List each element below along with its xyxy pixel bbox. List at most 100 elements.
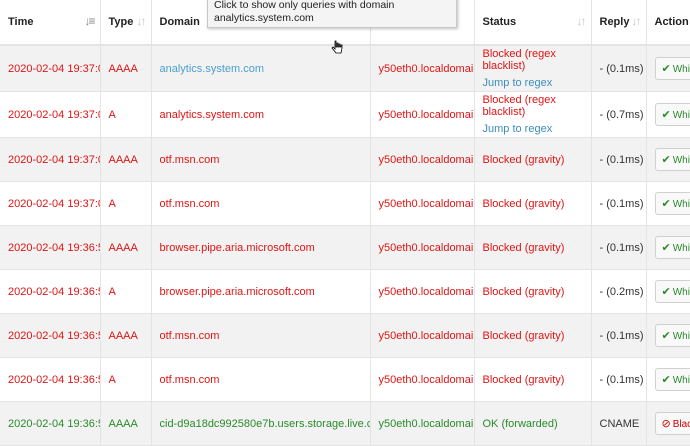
ban-icon: ⊘ — [662, 418, 671, 430]
table-row: 2020-02-04 19:36:58 A browser.pipe.aria.… — [0, 270, 690, 314]
domain-link[interactable]: otf.msn.com — [151, 138, 370, 182]
status-cell: Blocked (regex blacklist)Jump to regex — [474, 45, 591, 92]
time-cell: 2020-02-04 19:36:53 — [0, 314, 100, 358]
client-link[interactable]: y50eth0.localdomain — [370, 314, 474, 358]
column-header-status[interactable]: Status↓↑ — [474, 0, 591, 45]
reply-cell: - (0.2ms) — [591, 270, 646, 314]
status-text: Blocked (regex blacklist) — [483, 94, 556, 118]
hand-cursor-icon — [331, 40, 343, 56]
client-link[interactable]: y50eth0.localdomain — [370, 402, 474, 446]
status-cell: Blocked (regex blacklist) Jump to regex — [474, 92, 591, 138]
domain-link[interactable]: otf.msn.com — [151, 182, 370, 226]
table-row: 2020-02-04 19:36:53 AAAA cid-d9a18dc9925… — [0, 402, 690, 446]
check-icon: ✔ — [662, 198, 671, 210]
status-cell: Blocked (gravity) — [474, 270, 591, 314]
client-link[interactable]: y50eth0.localdomain — [370, 270, 474, 314]
jump-to-regex-link[interactable]: Jump to regex — [483, 123, 591, 135]
column-header-time[interactable]: Time↓≡ — [0, 0, 100, 45]
type-cell: AAAA — [100, 138, 151, 182]
reply-cell: - (0.1ms) — [591, 45, 646, 92]
reply-cell: - (0.1ms) — [591, 138, 646, 182]
type-cell: AAAA — [100, 314, 151, 358]
status-cell: Blocked (gravity) — [474, 314, 591, 358]
domain-link[interactable]: otf.msn.com — [151, 314, 370, 358]
client-link[interactable]: y50eth0.localdomain — [370, 45, 474, 92]
type-cell: A — [100, 92, 151, 138]
domain-filter-tooltip: Click to show only queries with domain a… — [207, 0, 457, 28]
tooltip-line-2: analytics.system.com — [214, 12, 450, 25]
column-header-reply[interactable]: Reply↓↑ — [591, 0, 646, 45]
status-cell: Blocked (gravity) — [474, 138, 591, 182]
time-cell: 2020-02-04 19:36:53 — [0, 358, 100, 402]
time-cell: 2020-02-04 19:36:53 — [0, 402, 100, 446]
table-row: 2020-02-04 19:37:02 AAAA analytics.syste… — [0, 45, 690, 92]
client-link[interactable]: y50eth0.localdomain — [370, 182, 474, 226]
table-row: 2020-02-04 19:37:02 AAAA otf.msn.com y50… — [0, 138, 690, 182]
status-cell: Blocked (gravity) — [474, 226, 591, 270]
action-cell: ✔White — [646, 182, 690, 226]
client-link[interactable]: y50eth0.localdomain — [370, 138, 474, 182]
check-icon: ✔ — [662, 242, 671, 254]
action-cell: ✔White — [646, 270, 690, 314]
check-icon: ✔ — [662, 63, 671, 75]
whitelist-button[interactable]: ✔White — [655, 148, 690, 171]
whitelist-button[interactable]: ✔White — [655, 57, 690, 80]
domain-link[interactable]: browser.pipe.aria.microsoft.com — [151, 226, 370, 270]
domain-link[interactable]: otf.msn.com — [151, 358, 370, 402]
whitelist-button[interactable]: ✔White — [655, 236, 690, 259]
whitelist-button[interactable]: ✔White — [655, 368, 690, 391]
table-row: 2020-02-04 19:36:53 AAAA otf.msn.com y50… — [0, 314, 690, 358]
domain-link[interactable]: analytics.system.com — [151, 92, 370, 138]
time-cell: 2020-02-04 19:36:58 — [0, 226, 100, 270]
type-cell: AAAA — [100, 402, 151, 446]
sort-icon: ↓↑ — [137, 14, 145, 28]
reply-cell: - (0.1ms) — [591, 182, 646, 226]
type-cell: AAAA — [100, 45, 151, 92]
time-cell: 2020-02-04 19:36:58 — [0, 270, 100, 314]
action-cell: ✔White — [646, 138, 690, 182]
tooltip-line-1: Click to show only queries with domain — [214, 0, 450, 12]
time-cell: 2020-02-04 19:37:02 — [0, 45, 100, 92]
column-header-type[interactable]: Type↓↑ — [100, 0, 151, 45]
type-cell: A — [100, 270, 151, 314]
whitelist-button[interactable]: ✔White — [655, 280, 690, 303]
action-cell: ✔White — [646, 92, 690, 138]
reply-cell: - (0.1ms) — [591, 314, 646, 358]
whitelist-button[interactable]: ✔White — [655, 324, 690, 347]
time-cell: 2020-02-04 19:37:02 — [0, 182, 100, 226]
check-icon: ✔ — [662, 109, 671, 121]
domain-link[interactable]: cid-d9a18dc992580e7b.users.storage.live.… — [151, 402, 370, 446]
action-cell: ✔White — [646, 358, 690, 402]
table-row: 2020-02-04 19:37:02 A analytics.system.c… — [0, 92, 690, 138]
action-cell: ✔White — [646, 226, 690, 270]
type-cell: A — [100, 182, 151, 226]
table-row: 2020-02-04 19:36:53 A otf.msn.com y50eth… — [0, 358, 690, 402]
action-cell: ⊘Black — [646, 402, 690, 446]
action-cell: ✔White — [646, 45, 690, 92]
blacklist-button[interactable]: ⊘Black — [655, 412, 690, 435]
reply-cell: CNAME — [591, 402, 646, 446]
whitelist-button[interactable]: ✔White — [655, 103, 690, 126]
table-row: 2020-02-04 19:37:02 A otf.msn.com y50eth… — [0, 182, 690, 226]
check-icon: ✔ — [662, 154, 671, 166]
client-link[interactable]: y50eth0.localdomain — [370, 92, 474, 138]
domain-link[interactable]: browser.pipe.aria.microsoft.com — [151, 270, 370, 314]
sort-icon: ↓↑ — [577, 14, 585, 28]
check-icon: ✔ — [662, 374, 671, 386]
check-icon: ✔ — [662, 330, 671, 342]
reply-cell: - (0.7ms) — [591, 92, 646, 138]
client-link[interactable]: y50eth0.localdomain — [370, 226, 474, 270]
whitelist-button[interactable]: ✔White — [655, 192, 690, 215]
table-row: 2020-02-04 19:36:58 AAAA browser.pipe.ar… — [0, 226, 690, 270]
column-header-action: Action — [646, 0, 690, 45]
type-cell: AAAA — [100, 226, 151, 270]
time-cell: 2020-02-04 19:37:02 — [0, 92, 100, 138]
sort-desc-icon: ↓≡ — [84, 14, 93, 28]
reply-cell: - (0.1ms) — [591, 358, 646, 402]
query-log-table: Time↓≡ Type↓↑ Domain Status↓↑ Reply↓↑ Ac… — [0, 0, 690, 446]
jump-to-regex-link[interactable]: Jump to regex — [483, 77, 591, 89]
check-icon: ✔ — [662, 286, 671, 298]
client-link[interactable]: y50eth0.localdomain — [370, 358, 474, 402]
status-cell: Blocked (gravity) — [474, 358, 591, 402]
status-cell: OK (forwarded) — [474, 402, 591, 446]
